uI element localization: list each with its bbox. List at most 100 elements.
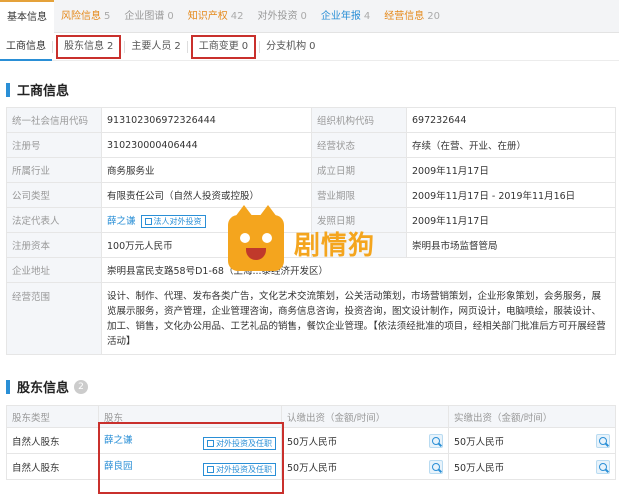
subtab-business-changes[interactable]: 工商变更 0 xyxy=(190,34,257,59)
search-icon[interactable] xyxy=(429,459,443,474)
table-row: 经营范围 设计、制作、代理、发布各类广告，文化艺术交流策划，公关活动策划，市场营… xyxy=(6,282,616,355)
subtab-key-personnel[interactable]: 主要人员 2 xyxy=(125,33,186,61)
tab-operation-info[interactable]: 经营信息 20 xyxy=(377,0,447,33)
address-label: 企业地址 xyxy=(6,257,102,283)
divider xyxy=(186,40,188,53)
authority-value: 崇明县市场监督管局 xyxy=(406,232,616,258)
column-header: 认缴出资（金额/时间） xyxy=(281,405,449,428)
watermark: 剧情狗 xyxy=(228,205,376,271)
term-label: 营业期限 xyxy=(311,182,407,208)
column-header: 股东类型 xyxy=(6,405,99,428)
paid-cell: 50万人民币 xyxy=(448,427,616,454)
org-code-value: 697232644 xyxy=(406,107,616,133)
subscribed-value: 50万人民币 xyxy=(287,462,338,474)
heading-accent-bar xyxy=(6,379,10,394)
business-info-heading: 工商信息 xyxy=(6,80,69,99)
section-title: 工商信息 xyxy=(17,84,70,99)
dog-logo-icon xyxy=(228,205,284,271)
paid-value: 50万人民币 xyxy=(454,462,505,474)
shareholder-type: 自然人股东 xyxy=(6,453,99,480)
watermark-text: 剧情狗 xyxy=(294,230,376,261)
tab-count: 42 xyxy=(230,10,244,22)
tab-label: 知识产权 xyxy=(187,10,228,22)
tab-label: 企业图谱 xyxy=(124,10,165,22)
subtab-count: 2 xyxy=(174,40,181,52)
subtab-shareholders[interactable]: 股东信息 2 xyxy=(56,34,122,59)
subtab-label: 工商信息 xyxy=(6,40,46,52)
logo-eye xyxy=(240,233,250,243)
table-row: 公司类型 有限责任公司（自然人投资或控股） 营业期限 2009年11月17日 -… xyxy=(6,182,616,208)
tab-outbound-investment[interactable]: 对外投资 0 xyxy=(250,0,313,33)
tab-count: 5 xyxy=(104,10,111,22)
table-row: 所属行业 商务服务业 成立日期 2009年11月17日 xyxy=(6,157,616,183)
tab-label: 企业年报 xyxy=(320,10,361,22)
tab-basic-info[interactable]: 基本信息 xyxy=(0,0,54,33)
legal-rep-link[interactable]: 薛之谦 xyxy=(107,216,136,227)
tab-risk-info[interactable]: 风险信息 5 xyxy=(54,0,117,33)
est-date-label: 成立日期 xyxy=(311,157,407,183)
subtab-label: 主要人员 xyxy=(131,40,172,52)
section-title: 股东信息 xyxy=(17,381,70,396)
tab-label: 基本信息 xyxy=(7,11,47,23)
tab-intellectual-property[interactable]: 知识产权 42 xyxy=(181,0,251,33)
heading-accent-bar xyxy=(6,82,10,97)
chip-label: 法人对外投资 xyxy=(153,216,202,226)
status-label: 经营状态 xyxy=(311,132,407,158)
scope-label: 经营范围 xyxy=(6,282,102,355)
shareholders-heading: 股东信息 2 xyxy=(6,377,89,396)
table-row: 统一社会信用代码 913102306972326444 组织机构代码 69723… xyxy=(6,107,616,133)
issue-date-value: 2009年11月17日 xyxy=(406,207,616,233)
subscribed-cell: 50万人民币 xyxy=(281,427,449,454)
subtab-branches[interactable]: 分支机构 0 xyxy=(260,33,321,61)
tab-count: 0 xyxy=(167,10,174,22)
company-type-label: 公司类型 xyxy=(6,182,102,208)
document-icon xyxy=(144,217,152,225)
tab-annual-report[interactable]: 企业年报 4 xyxy=(314,0,377,33)
subtab-count: 0 xyxy=(309,40,316,52)
reg-no-label: 注册号 xyxy=(6,132,102,158)
legal-rep-label: 法定代表人 xyxy=(6,207,102,233)
tab-label: 风险信息 xyxy=(61,10,101,22)
legal-investment-button[interactable]: 法人对外投资 xyxy=(140,214,206,228)
credit-code-label: 统一社会信用代码 xyxy=(6,107,102,133)
status-value: 存续（在营、开业、在册） xyxy=(406,132,616,158)
tab-count: 0 xyxy=(300,10,307,22)
tab-label: 对外投资 xyxy=(257,10,298,22)
capital-label: 注册资本 xyxy=(6,232,102,258)
tab-label: 经营信息 xyxy=(384,10,425,22)
est-date-value: 2009年11月17日 xyxy=(406,157,616,183)
industry-label: 所属行业 xyxy=(6,157,102,183)
tab-count: 4 xyxy=(363,10,371,22)
subscribed-value: 50万人民币 xyxy=(287,436,338,448)
subtab-count: 0 xyxy=(241,40,249,52)
highlight-box xyxy=(98,422,284,494)
divider xyxy=(52,40,53,53)
tab-enterprise-graph[interactable]: 企业图谱 0 xyxy=(117,0,180,33)
org-code-label: 组织机构代码 xyxy=(311,107,407,133)
reg-no-value: 310230000406444 xyxy=(101,132,312,158)
subtab-business-info[interactable]: 工商信息 xyxy=(0,33,52,61)
credit-code-value: 913102306972326444 xyxy=(101,107,312,133)
search-icon[interactable] xyxy=(596,459,610,474)
table-row: 注册号 310230000406444 经营状态 存续（在营、开业、在册） xyxy=(6,132,616,158)
subtab-label: 工商变更 xyxy=(198,40,239,52)
column-header: 实缴出资（金额/时间） xyxy=(448,405,616,428)
company-type-value: 有限责任公司（自然人投资或控股） xyxy=(101,182,312,208)
count-badge: 2 xyxy=(74,379,89,394)
industry-value: 商务服务业 xyxy=(101,157,312,183)
term-value: 2009年11月17日 - 2019年11月16日 xyxy=(406,182,616,208)
tab-count: 20 xyxy=(427,10,440,22)
search-icon[interactable] xyxy=(596,433,610,448)
sub-tab-bar: 工商信息 股东信息 2 主要人员 2 工商变更 0 分支机构 0 xyxy=(0,33,619,61)
subtab-label: 股东信息 xyxy=(64,40,104,52)
subscribed-cell: 50万人民币 xyxy=(281,453,449,480)
top-tab-bar: 基本信息 风险信息 5 企业图谱 0 知识产权 42 对外投资 0 企业年报 4 经营信息… xyxy=(0,0,619,33)
search-icon[interactable] xyxy=(429,433,443,448)
scope-value: 设计、制作、代理、发布各类广告，文化艺术交流策划，公关活动策划，市场营销策划，企… xyxy=(101,282,616,355)
paid-value: 50万人民币 xyxy=(454,436,505,448)
logo-eye xyxy=(262,233,272,243)
paid-cell: 50万人民币 xyxy=(448,453,616,480)
subtab-label: 分支机构 xyxy=(266,40,307,52)
subtab-count: 2 xyxy=(107,40,114,52)
logo-mouth xyxy=(246,248,266,260)
